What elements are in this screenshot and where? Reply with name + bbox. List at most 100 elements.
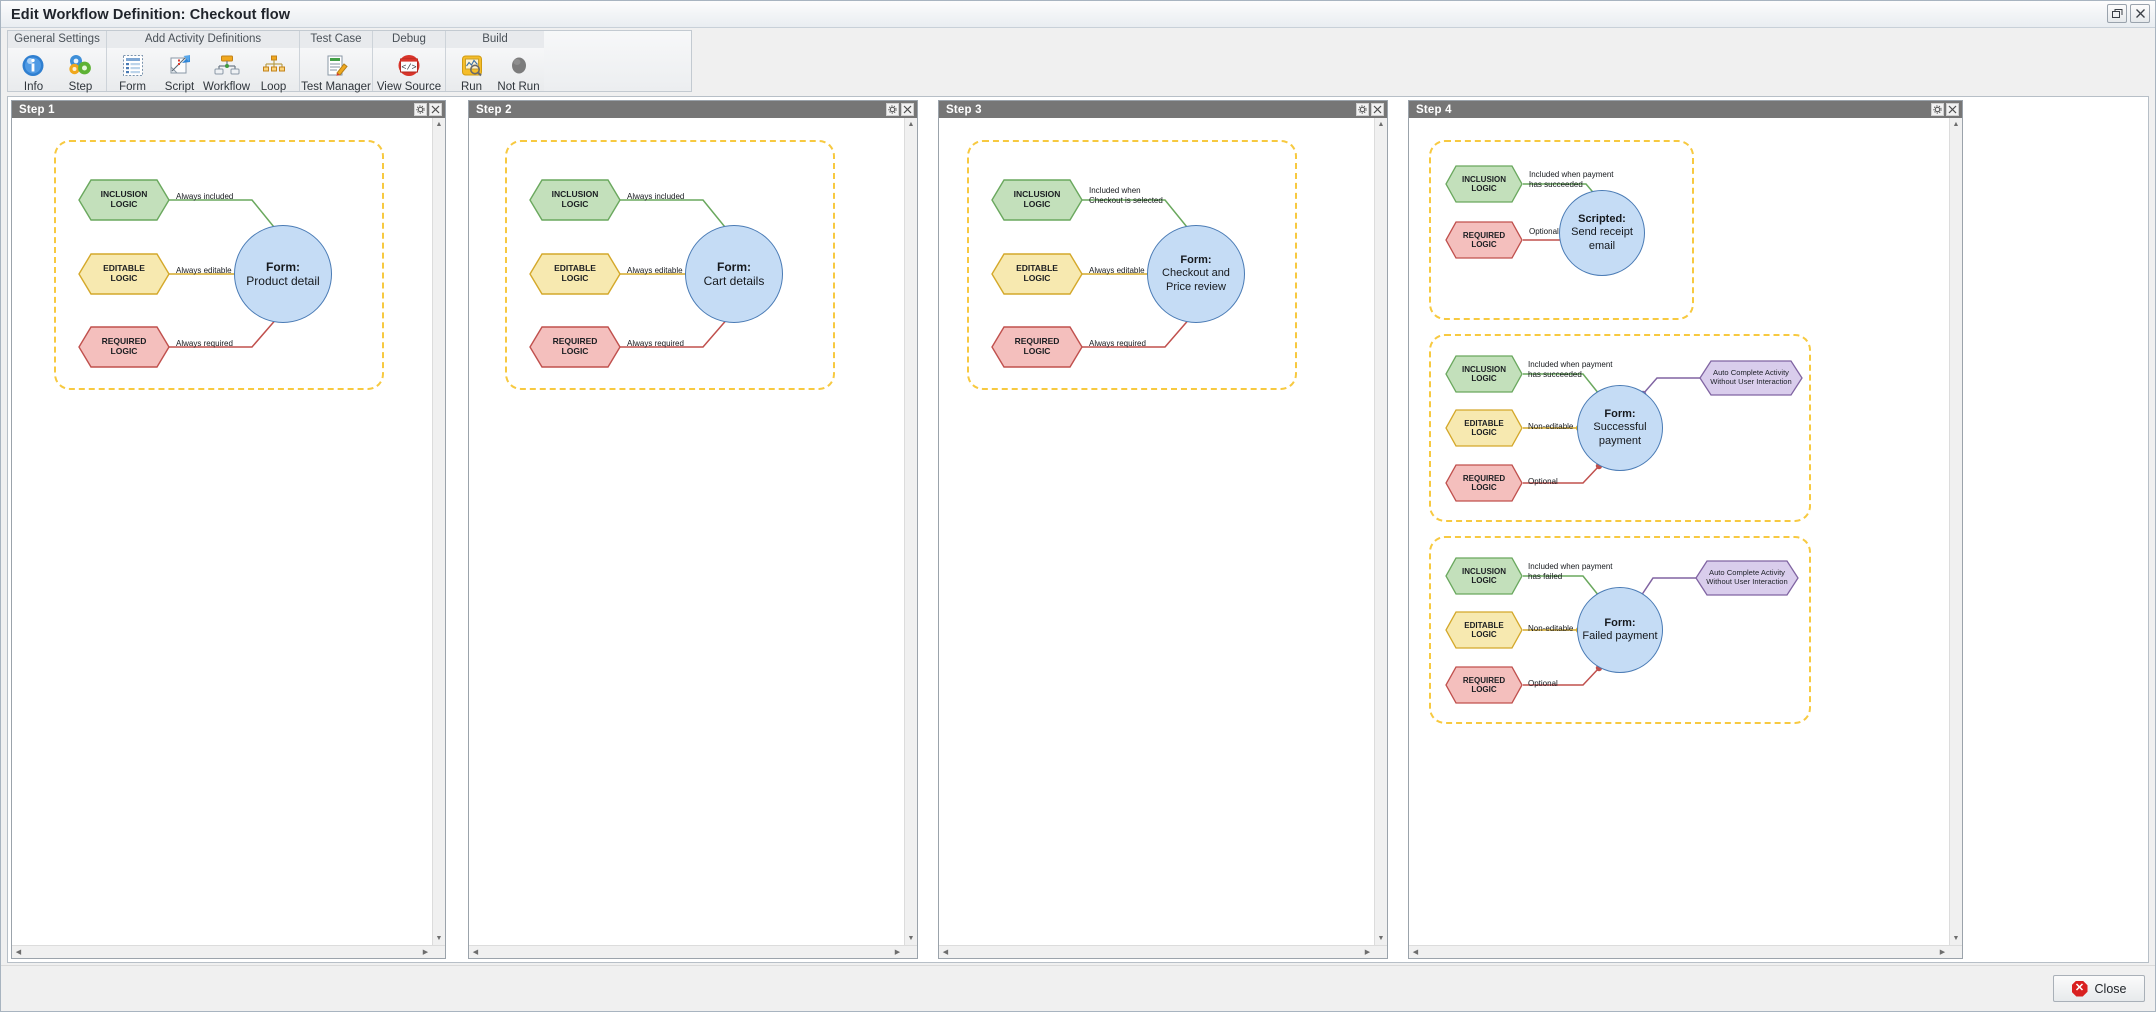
required-logic-node[interactable]: REQUIRED LOGIC — [1445, 221, 1523, 259]
step-4-vertical-scrollbar[interactable]: ▲ ▼ — [1949, 118, 1962, 945]
test-manager-icon — [324, 52, 348, 78]
activity-node[interactable]: Scripted: Send receipt email — [1559, 190, 1645, 276]
activity-group[interactable]: INCLUSION LOGIC Included when payment ha… — [1429, 334, 1811, 522]
close-icon[interactable] — [1371, 102, 1384, 116]
required-logic-node[interactable]: REQUIRED LOGIC — [78, 326, 170, 368]
auto-complete-node[interactable]: Auto Complete Activity Without User Inte… — [1699, 360, 1803, 396]
workflow-button[interactable]: Workflow — [203, 50, 250, 93]
activity-group[interactable]: INCLUSION LOGIC Included when payment ha… — [1429, 536, 1811, 724]
required-logic-node[interactable]: REQUIRED LOGIC — [1445, 666, 1523, 704]
step-3-horizontal-scrollbar[interactable]: ◀ ▶ — [939, 945, 1387, 958]
triangle-down-icon[interactable]: ▼ — [1949, 932, 1962, 945]
editable-logic-node[interactable]: EDITABLE LOGIC — [78, 253, 170, 295]
activity-group[interactable]: INCLUSION LOGIC Always included EDITABLE… — [54, 140, 384, 390]
close-icon[interactable] — [1946, 102, 1959, 116]
scroll-track[interactable] — [904, 131, 917, 932]
view-source-button[interactable]: </> View Source — [375, 50, 443, 93]
close-button[interactable]: ✕ Close — [2053, 975, 2145, 1002]
step-4-canvas[interactable]: INCLUSION LOGIC Included when payment ha… — [1409, 118, 1949, 945]
activity-node-kind: Form: — [1604, 408, 1636, 421]
inclusion-logic-node[interactable]: INCLUSION LOGIC — [1445, 557, 1523, 595]
editable-logic-node[interactable]: EDITABLE LOGIC — [1445, 611, 1523, 649]
gear-icon[interactable] — [886, 102, 899, 116]
scroll-track[interactable] — [952, 946, 1361, 959]
loop-button[interactable]: Loop — [250, 50, 297, 93]
scroll-track[interactable] — [482, 946, 891, 959]
info-label: Info — [23, 81, 44, 93]
restore-window-icon[interactable] — [2107, 4, 2127, 23]
activity-node-name: Failed payment — [1582, 630, 1658, 642]
close-window-icon[interactable] — [2130, 4, 2150, 23]
step-3-canvas[interactable]: INCLUSION LOGIC Included when Checkout i… — [939, 118, 1374, 945]
required-logic-node[interactable]: REQUIRED LOGIC — [1445, 464, 1523, 502]
required-edge-label: Optional — [1528, 679, 1558, 688]
triangle-up-icon[interactable]: ▲ — [432, 118, 445, 131]
activity-node[interactable]: Form: Failed payment — [1577, 587, 1663, 673]
script-button[interactable]: Script — [156, 50, 203, 93]
activity-node[interactable]: Form: Successful payment — [1577, 385, 1663, 471]
step-2-vertical-scrollbar[interactable]: ▲ ▼ — [904, 118, 917, 945]
gear-icon[interactable] — [1356, 102, 1369, 116]
activity-group[interactable]: INCLUSION LOGIC Always included EDITABLE… — [505, 140, 835, 390]
scroll-track[interactable] — [432, 131, 445, 932]
inclusion-logic-node[interactable]: INCLUSION LOGIC — [991, 179, 1083, 221]
scroll-track[interactable] — [25, 946, 419, 959]
step-2-canvas[interactable]: INCLUSION LOGIC Always included EDITABLE… — [469, 118, 904, 945]
gear-icon[interactable] — [1931, 102, 1944, 116]
step-button[interactable]: Step — [57, 50, 104, 93]
triangle-up-icon[interactable]: ▲ — [1949, 118, 1962, 131]
triangle-left-icon[interactable]: ◀ — [1409, 945, 1422, 958]
triangle-right-icon[interactable]: ▶ — [1936, 945, 1949, 958]
editable-edge-label: Non-editable — [1528, 624, 1574, 633]
triangle-right-icon[interactable]: ▶ — [1361, 945, 1374, 958]
triangle-left-icon[interactable]: ◀ — [939, 945, 952, 958]
triangle-down-icon[interactable]: ▼ — [1374, 932, 1387, 945]
triangle-down-icon[interactable]: ▼ — [904, 932, 917, 945]
triangle-down-icon[interactable]: ▼ — [432, 932, 445, 945]
gear-icon[interactable] — [414, 102, 427, 116]
not-run-button[interactable]: Not Run — [495, 50, 542, 93]
auto-complete-node[interactable]: Auto Complete Activity Without User Inte… — [1695, 560, 1799, 596]
scroll-track[interactable] — [1422, 946, 1936, 959]
required-edge-label: Optional — [1528, 477, 1558, 486]
form-button[interactable]: Form — [109, 50, 156, 93]
editable-logic-node[interactable]: EDITABLE LOGIC — [529, 253, 621, 295]
inclusion-logic-node[interactable]: INCLUSION LOGIC — [1445, 355, 1523, 393]
editable-logic-node[interactable]: EDITABLE LOGIC — [1445, 409, 1523, 447]
run-button[interactable]: Run — [448, 50, 495, 93]
triangle-left-icon[interactable]: ◀ — [469, 945, 482, 958]
inclusion-logic-node[interactable]: INCLUSION LOGIC — [78, 179, 170, 221]
required-logic-node[interactable]: REQUIRED LOGIC — [991, 326, 1083, 368]
activity-group[interactable]: INCLUSION LOGIC Included when payment ha… — [1429, 140, 1694, 320]
inclusion-logic-node[interactable]: INCLUSION LOGIC — [529, 179, 621, 221]
edit-workflow-window: Edit Workflow Definition: Checkout flow … — [0, 0, 2156, 1012]
triangle-up-icon[interactable]: ▲ — [1374, 118, 1387, 131]
triangle-up-icon[interactable]: ▲ — [904, 118, 917, 131]
close-icon[interactable] — [429, 102, 442, 116]
inclusion-edge-label: Included when Checkout is selected — [1089, 186, 1163, 205]
close-icon[interactable] — [901, 102, 914, 116]
step-3-vertical-scrollbar[interactable]: ▲ ▼ — [1374, 118, 1387, 945]
activity-node-kind: Form: — [717, 259, 751, 274]
activity-group[interactable]: INCLUSION LOGIC Included when Checkout i… — [967, 140, 1297, 390]
scroll-track[interactable] — [1374, 131, 1387, 932]
step-1-horizontal-scrollbar[interactable]: ◀ ▶ — [12, 945, 445, 958]
triangle-left-icon[interactable]: ◀ — [12, 945, 25, 958]
step-2-horizontal-scrollbar[interactable]: ◀ ▶ — [469, 945, 917, 958]
run-label: Run — [460, 81, 483, 93]
step-panel-title: Step 2 — [476, 103, 512, 116]
editable-logic-node[interactable]: EDITABLE LOGIC — [991, 253, 1083, 295]
required-logic-node[interactable]: REQUIRED LOGIC — [529, 326, 621, 368]
step-1-canvas[interactable]: INCLUSION LOGIC Always included EDITABLE… — [12, 118, 432, 945]
activity-node[interactable]: Form: Checkout and Price review — [1147, 225, 1245, 323]
test-manager-button[interactable]: Test Manager — [301, 50, 371, 93]
step-1-vertical-scrollbar[interactable]: ▲ ▼ — [432, 118, 445, 945]
triangle-right-icon[interactable]: ▶ — [419, 945, 432, 958]
scroll-track[interactable] — [1949, 131, 1962, 932]
activity-node[interactable]: Form: Product detail — [234, 225, 332, 323]
inclusion-logic-node[interactable]: INCLUSION LOGIC — [1445, 165, 1523, 203]
info-button[interactable]: Info — [10, 50, 57, 93]
triangle-right-icon[interactable]: ▶ — [891, 945, 904, 958]
step-4-horizontal-scrollbar[interactable]: ◀ ▶ — [1409, 945, 1962, 958]
activity-node[interactable]: Form: Cart details — [685, 225, 783, 323]
